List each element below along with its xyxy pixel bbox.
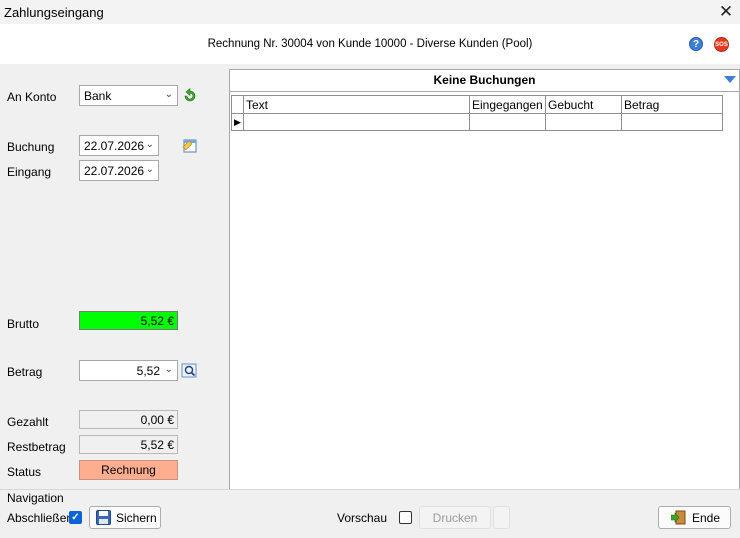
grid-header-row: Text Eingegangen Gebucht Betrag bbox=[231, 95, 723, 114]
account-select[interactable]: Bank ⌄ bbox=[79, 85, 178, 106]
preview-label: Vorschau bbox=[337, 511, 388, 525]
receipt-date-picker[interactable]: 22.07.2026 ⌄ bbox=[79, 160, 159, 181]
column-header-amount[interactable]: Betrag bbox=[621, 95, 723, 114]
close-after-label: Abschließen bbox=[7, 511, 74, 525]
amount-label: Betrag bbox=[7, 365, 43, 379]
print-button[interactable]: Drucken bbox=[419, 506, 491, 529]
chevron-down-icon: ⌄ bbox=[145, 139, 154, 150]
exit-door-icon bbox=[671, 510, 686, 525]
preview-checkbox[interactable] bbox=[399, 511, 412, 524]
calendar-note-icon[interactable] bbox=[182, 137, 198, 154]
status-badge: Rechnung bbox=[79, 460, 178, 480]
print-options-button[interactable] bbox=[493, 506, 510, 529]
cell-booked[interactable] bbox=[545, 113, 622, 131]
receipt-label: Eingang bbox=[7, 165, 52, 179]
bookings-grid: Text Eingegangen Gebucht Betrag ▶ bbox=[231, 95, 723, 131]
print-label: Drucken bbox=[432, 510, 478, 525]
save-button[interactable]: Sichern bbox=[89, 506, 161, 529]
remaining-label: Restbetrag bbox=[7, 440, 66, 454]
receipt-date-value: 22.07.2026 bbox=[84, 163, 145, 178]
remaining-value: 5,52 € bbox=[79, 435, 178, 454]
paid-label: Gezahlt bbox=[7, 415, 49, 429]
cell-text[interactable] bbox=[243, 113, 470, 131]
footer-divider bbox=[0, 489, 740, 490]
column-header-booked[interactable]: Gebucht bbox=[545, 95, 622, 114]
account-label: An Konto bbox=[7, 90, 57, 104]
grid-corner-cell bbox=[231, 95, 244, 114]
window-title: Zahlungseingang bbox=[4, 5, 104, 20]
cell-received[interactable] bbox=[469, 113, 546, 131]
booking-date-value: 22.07.2026 bbox=[84, 138, 145, 153]
paid-value: 0,00 € bbox=[79, 410, 178, 429]
table-row[interactable]: ▶ bbox=[231, 113, 723, 131]
booking-label: Buchung bbox=[7, 140, 55, 154]
grid-menu-icon[interactable] bbox=[724, 76, 736, 83]
save-label: Sichern bbox=[116, 510, 157, 525]
chevron-down-icon: ⌄ bbox=[164, 364, 173, 375]
gross-value: 5,52 € bbox=[79, 311, 178, 330]
column-header-text[interactable]: Text bbox=[243, 95, 470, 114]
cell-amount[interactable] bbox=[621, 113, 723, 131]
chevron-down-icon: ⌄ bbox=[164, 89, 173, 100]
end-label: Ende bbox=[692, 510, 721, 525]
amount-select[interactable]: 5,52 ⌄ bbox=[79, 360, 178, 381]
bookings-panel bbox=[229, 69, 740, 490]
help-icon[interactable]: ? bbox=[689, 37, 703, 51]
title-bar bbox=[0, 0, 740, 24]
sos-icon[interactable]: SOS bbox=[714, 37, 729, 52]
navigation-label: Navigation bbox=[7, 491, 64, 505]
chevron-down-icon: ⌄ bbox=[145, 164, 154, 175]
row-indicator-icon: ▶ bbox=[231, 113, 244, 131]
gross-label: Brutto bbox=[7, 317, 40, 331]
invoice-header: Rechnung Nr. 30004 von Kunde 10000 - Div… bbox=[207, 38, 533, 50]
refresh-arrow-icon[interactable] bbox=[182, 87, 199, 104]
floppy-disk-icon bbox=[96, 510, 111, 525]
close-icon[interactable]: ✕ bbox=[712, 0, 740, 24]
grid-title: Keine Buchungen bbox=[230, 70, 739, 92]
magnifier-icon[interactable] bbox=[181, 362, 198, 379]
column-header-received[interactable]: Eingegangen bbox=[469, 95, 546, 114]
amount-value: 5,52 bbox=[136, 363, 160, 378]
account-value: Bank bbox=[84, 88, 112, 103]
end-button[interactable]: Ende bbox=[658, 506, 731, 529]
close-after-checkbox[interactable]: ✓ bbox=[69, 511, 82, 524]
booking-date-picker[interactable]: 22.07.2026 ⌄ bbox=[79, 135, 159, 156]
status-label: Status bbox=[7, 465, 42, 479]
